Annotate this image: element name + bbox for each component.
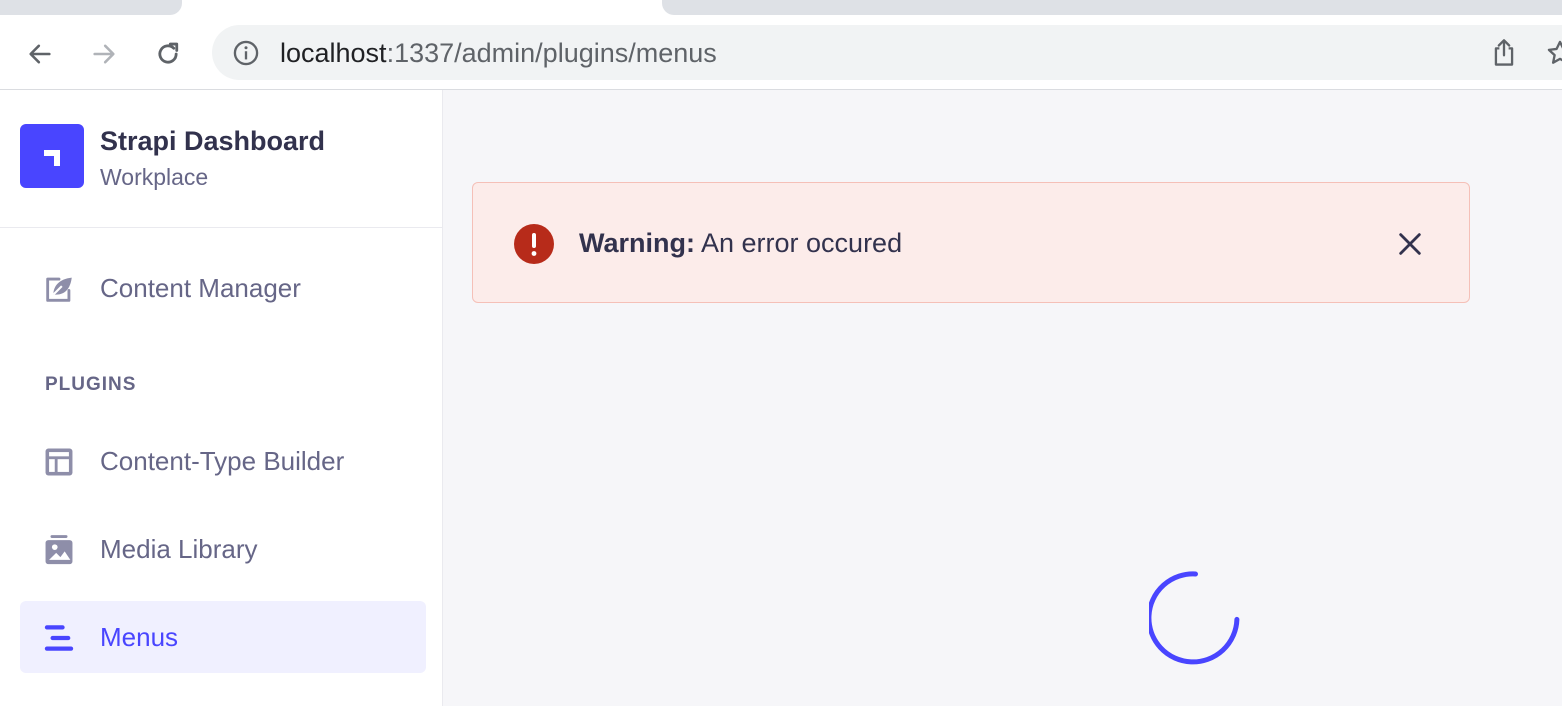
url-text[interactable]: localhost:1337/admin/plugins/menus — [280, 38, 717, 68]
browser-tab[interactable] — [0, 0, 182, 15]
share-button[interactable] — [1486, 33, 1522, 73]
section-label-plugins: PLUGINS — [45, 374, 137, 395]
sidebar-item-content-type-builder[interactable]: Content-Type Builder — [20, 425, 426, 497]
alert-message: Warning: An error occured — [579, 228, 902, 259]
browser-tab-strip — [0, 0, 1562, 16]
url-path: :1337/admin/plugins/menus — [386, 38, 717, 68]
sidebar-item-label: Media Library — [100, 533, 258, 564]
brand-subtitle: Workplace — [100, 164, 209, 190]
warning-alert: Warning: An error occured — [472, 182, 1470, 303]
forward-button[interactable] — [84, 34, 124, 74]
sidebar: Strapi Dashboard Workplace Content Manag… — [0, 90, 443, 706]
browser-toolbar: localhost:1337/admin/plugins/menus — [0, 16, 1562, 90]
menu-lines-icon — [42, 621, 76, 655]
site-info-icon[interactable] — [231, 38, 261, 68]
url-host: localhost — [280, 38, 387, 68]
layout-icon — [42, 445, 76, 479]
alert-title: Warning: — [579, 228, 695, 258]
image-icon — [42, 533, 76, 567]
address-bar[interactable]: localhost:1337/admin/plugins/menus — [212, 25, 1562, 80]
loading-spinner-icon — [1149, 571, 1240, 665]
close-icon — [1399, 233, 1421, 255]
strapi-logo-icon — [20, 124, 84, 188]
brand-title: Strapi Dashboard — [100, 126, 326, 156]
bookmark-button[interactable] — [1546, 33, 1562, 73]
browser-tab[interactable] — [662, 0, 1562, 15]
feather-icon — [42, 272, 76, 306]
arrow-left-icon — [29, 44, 51, 64]
sidebar-item-menus[interactable]: Menus — [20, 601, 426, 673]
share-icon — [1494, 39, 1514, 66]
close-alert-button[interactable] — [1392, 226, 1428, 262]
arrow-right-icon — [93, 44, 115, 64]
alert-body: An error occured — [701, 228, 903, 258]
sidebar-item-label: Content Manager — [100, 272, 301, 303]
star-icon — [1547, 40, 1562, 64]
reload-icon — [158, 42, 179, 64]
sidebar-item-content-manager[interactable]: Content Manager — [20, 252, 426, 324]
sidebar-item-label: Content-Type Builder — [100, 445, 345, 476]
reload-button[interactable] — [148, 34, 188, 74]
back-button[interactable] — [20, 34, 60, 74]
main-content: Warning: An error occured — [443, 90, 1562, 706]
brand-header: Strapi Dashboard Workplace — [0, 90, 442, 228]
sidebar-item-label: Menus — [100, 621, 179, 652]
exclamation-icon — [514, 224, 554, 264]
sidebar-item-media-library[interactable]: Media Library — [20, 513, 426, 585]
